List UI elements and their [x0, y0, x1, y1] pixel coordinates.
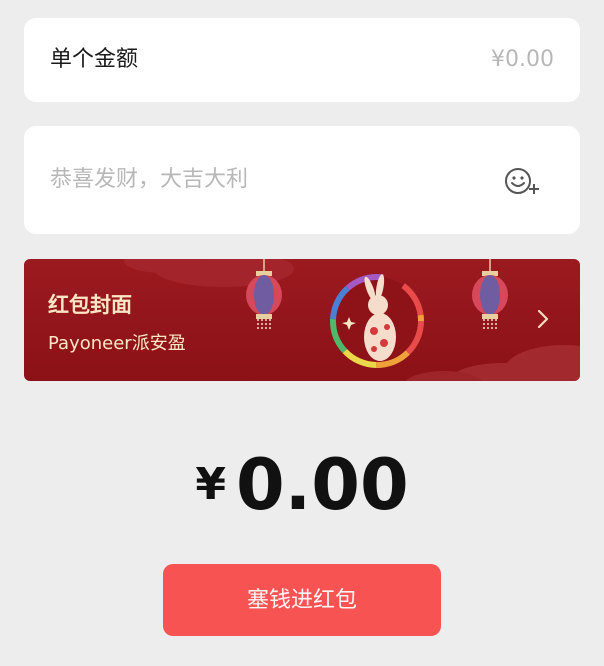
cover-banner[interactable]: 红包封面 Payoneer派安盈 — [24, 259, 580, 381]
rabbit-illustration — [330, 274, 424, 368]
total-value: 0.00 — [235, 444, 409, 526]
chevron-right-icon[interactable] — [536, 307, 550, 331]
stuff-money-button[interactable]: 塞钱进红包 — [163, 564, 441, 636]
currency-symbol: ¥ — [195, 459, 226, 510]
amount-input[interactable]: ¥0.00 — [491, 18, 554, 102]
cover-subtitle: Payoneer派安盈 — [48, 333, 186, 354]
emoji-add-icon[interactable] — [504, 164, 544, 198]
cover-title: 红包封面 — [48, 293, 132, 317]
total-amount: ¥0.00 — [0, 444, 604, 526]
blessing-row — [24, 126, 580, 234]
amount-label: 单个金额 — [50, 47, 139, 72]
amount-row[interactable]: 单个金额 ¥0.00 — [24, 18, 580, 102]
cover-illustration — [124, 259, 580, 381]
blessing-input[interactable] — [50, 126, 480, 234]
lantern-icon — [472, 259, 508, 331]
